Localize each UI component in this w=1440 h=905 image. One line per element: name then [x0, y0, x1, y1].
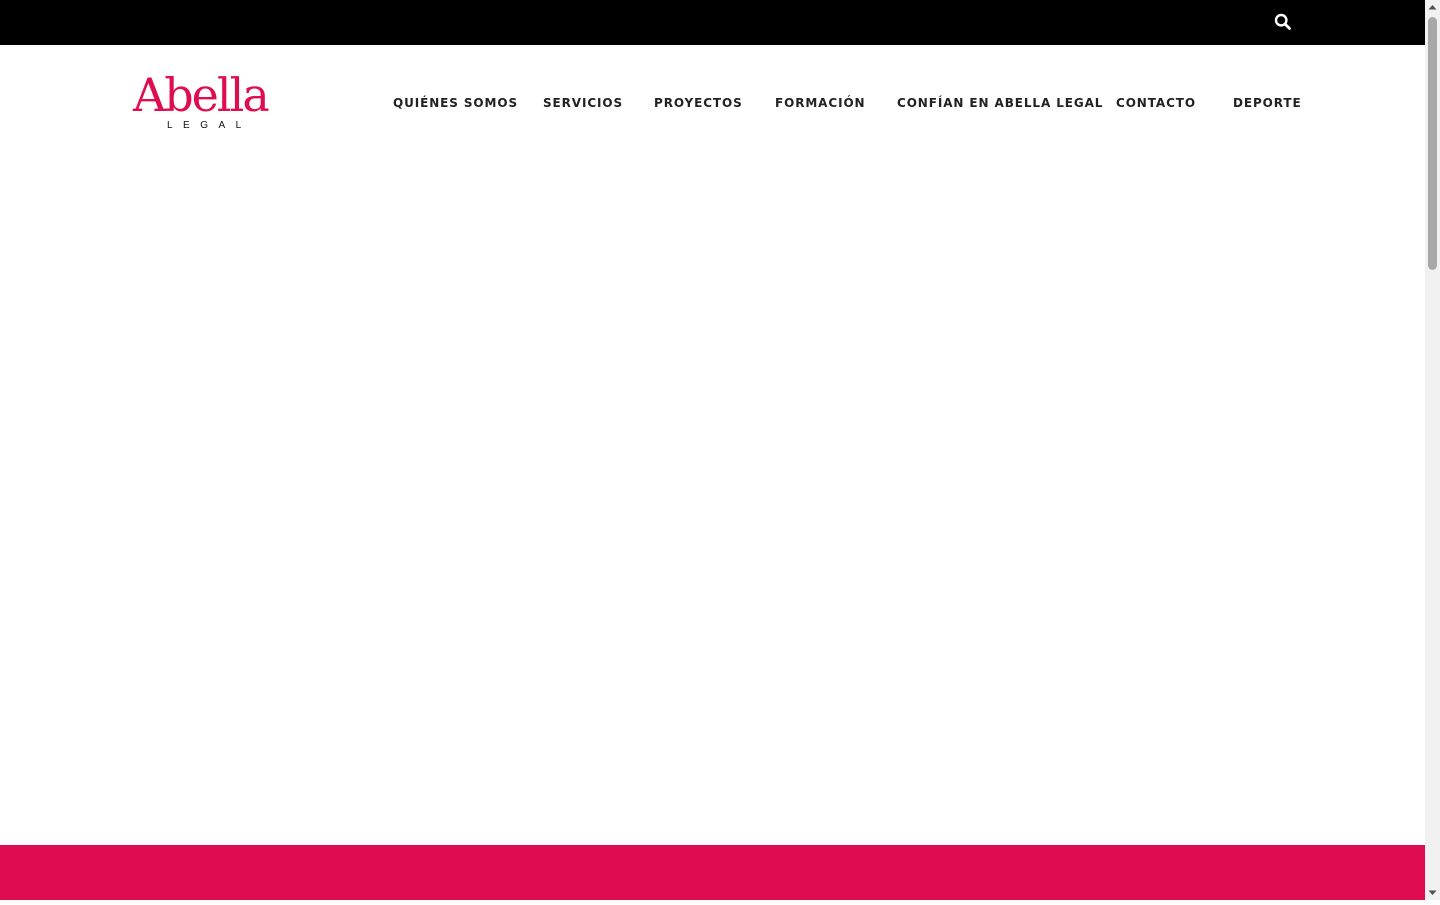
- triangle-up-icon: [1428, 5, 1437, 10]
- scroll-up-button[interactable]: [1425, 0, 1440, 15]
- search-button[interactable]: [1273, 12, 1293, 32]
- footer-band: [0, 845, 1425, 900]
- scroll-down-button[interactable]: [1425, 885, 1440, 900]
- nav-item-formacion[interactable]: FORMACIÓN: [775, 93, 865, 113]
- top-bar: [0, 0, 1425, 45]
- search-icon: [1274, 13, 1291, 30]
- main-nav: QUIÉNES SOMOS SERVICIOS PROYECTOS FORMAC…: [0, 93, 1425, 113]
- scrollbar-thumb[interactable]: [1428, 17, 1437, 270]
- nav-item-quienes-somos[interactable]: QUIÉNES SOMOS: [393, 93, 518, 113]
- site-header: Abella LEGAL QUIÉNES SOMOS SERVICIOS PRO…: [0, 45, 1425, 160]
- nav-item-servicios[interactable]: SERVICIOS: [543, 93, 623, 113]
- nav-item-confian[interactable]: CONFÍAN EN ABELLA LEGAL: [897, 93, 1103, 113]
- nav-item-proyectos[interactable]: PROYECTOS: [654, 93, 743, 113]
- logo-subtitle: LEGAL: [167, 120, 252, 131]
- triangle-down-icon: [1428, 890, 1437, 895]
- nav-item-contacto[interactable]: CONTACTO: [1116, 93, 1196, 113]
- nav-item-deporte[interactable]: DEPORTE: [1233, 93, 1302, 113]
- page-viewport: Abella LEGAL QUIÉNES SOMOS SERVICIOS PRO…: [0, 0, 1425, 900]
- vertical-scrollbar[interactable]: [1425, 0, 1440, 900]
